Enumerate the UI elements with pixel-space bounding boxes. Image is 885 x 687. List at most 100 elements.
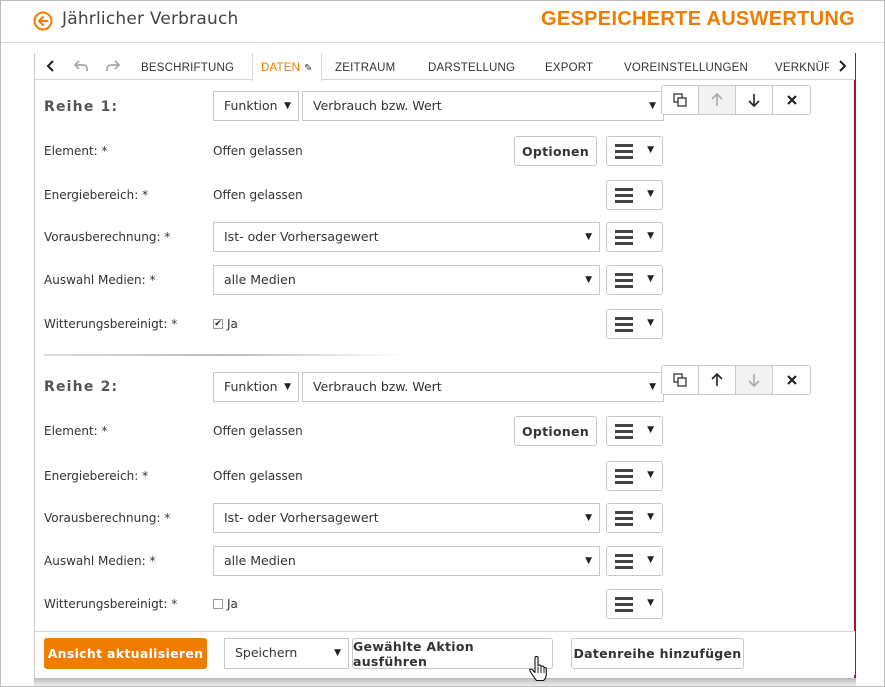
caret-down-icon: ▼ xyxy=(647,145,654,155)
hamburger-icon xyxy=(615,144,633,159)
weather-label: Witterungsbereinigt: * xyxy=(44,597,178,611)
hamburger-icon xyxy=(615,554,633,569)
energy-menu-button[interactable]: ▼ xyxy=(606,180,663,210)
hamburger-icon xyxy=(615,424,633,439)
page-title: Jährlicher Verbrauch xyxy=(62,9,239,29)
back-arrow-icon[interactable] xyxy=(33,11,53,31)
series-title: Reihe 2: xyxy=(44,379,119,395)
tab-darstellung[interactable]: DARSTELLUNG xyxy=(428,53,515,80)
hamburger-icon xyxy=(615,188,633,203)
hamburger-icon xyxy=(615,511,633,526)
element-label: Element: * xyxy=(44,424,108,438)
value-select-value: Verbrauch bzw. Wert xyxy=(313,98,442,113)
element-value: Offen gelassen xyxy=(213,424,303,438)
forecast-select[interactable]: Ist- oder Vorhersagewert ▼ xyxy=(213,222,600,252)
panel-shadow xyxy=(34,678,856,686)
forecast-label: Vorausberechnung: * xyxy=(44,230,171,244)
series-controls xyxy=(661,85,811,115)
weather-checkbox-label: Ja xyxy=(227,317,238,331)
refresh-view-button[interactable]: Ansicht aktualisieren xyxy=(44,638,207,669)
options-button[interactable]: Optionen xyxy=(514,416,597,446)
caret-down-icon: ▼ xyxy=(647,598,654,608)
element-menu-button[interactable]: ▼ xyxy=(606,136,663,166)
caret-down-icon: ▼ xyxy=(334,648,341,658)
series-divider xyxy=(44,354,404,356)
element-menu-button[interactable]: ▼ xyxy=(606,416,663,446)
tab-beschriftung[interactable]: BESCHRIFTUNG xyxy=(141,53,234,80)
scroll-left-icon[interactable] xyxy=(43,58,59,74)
weather-label: Witterungsbereinigt: * xyxy=(44,317,178,331)
caret-down-icon: ▼ xyxy=(647,189,654,199)
caret-down-icon: ▼ xyxy=(585,232,592,242)
function-select[interactable]: Funktion ▼ xyxy=(213,91,299,121)
hamburger-icon xyxy=(615,230,633,245)
tab-voreinstellungen[interactable]: VOREINSTELLUNGEN xyxy=(624,53,748,80)
add-series-button[interactable]: Datenreihe hinzufügen xyxy=(571,638,744,669)
energy-value: Offen gelassen xyxy=(213,188,303,202)
caret-down-icon: ▼ xyxy=(647,470,654,480)
weather-checkbox[interactable] xyxy=(213,599,223,609)
media-label: Auswahl Medien: * xyxy=(44,554,156,568)
value-select[interactable]: Verbrauch bzw. Wert ▼ xyxy=(302,372,664,402)
hamburger-icon xyxy=(615,317,633,332)
element-label: Element: * xyxy=(44,144,108,158)
close-icon xyxy=(786,375,797,385)
media-select-value: alle Medien xyxy=(224,553,296,568)
execute-action-button[interactable]: Gewählte Aktion ausführen xyxy=(352,638,553,669)
function-select-value: Funktion xyxy=(224,98,278,113)
weather-checkbox[interactable]: ✔ xyxy=(213,319,223,329)
caret-down-icon: ▼ xyxy=(649,101,656,111)
media-select[interactable]: alle Medien ▼ xyxy=(213,546,600,576)
action-select[interactable]: Speichern ▼ xyxy=(224,638,349,669)
energy-label: Energiebereich: * xyxy=(44,469,149,483)
delete-series-button[interactable] xyxy=(773,86,810,114)
caret-down-icon: ▼ xyxy=(649,382,656,392)
arrow-down-icon xyxy=(748,374,760,387)
forecast-select-value: Ist- oder Vorhersagewert xyxy=(224,510,379,525)
delete-series-button[interactable] xyxy=(773,366,810,394)
arrow-down-icon xyxy=(748,94,760,107)
caret-down-icon: ▼ xyxy=(284,101,291,111)
forecast-menu-button[interactable]: ▼ xyxy=(606,503,663,533)
copy-series-button[interactable] xyxy=(662,86,699,114)
tab-verknuepfungen[interactable]: VERKNÜP xyxy=(775,53,829,80)
tab-bar: BESCHRIFTUNG DATEN ✎ ZEITRAUM DARSTELLUNG… xyxy=(35,53,855,81)
media-menu-button[interactable]: ▼ xyxy=(606,546,663,576)
move-up-button[interactable] xyxy=(699,366,736,394)
copy-series-button[interactable] xyxy=(662,366,699,394)
caret-down-icon: ▼ xyxy=(284,382,291,392)
caret-down-icon: ▼ xyxy=(647,318,654,328)
undo-icon[interactable] xyxy=(73,58,89,74)
weather-checkbox-label: Ja xyxy=(227,597,238,611)
element-value: Offen gelassen xyxy=(213,144,303,158)
value-select[interactable]: Verbrauch bzw. Wert ▼ xyxy=(302,91,664,121)
tab-zeitraum[interactable]: ZEITRAUM xyxy=(335,53,395,80)
energy-menu-button[interactable]: ▼ xyxy=(606,461,663,491)
energy-label: Energiebereich: * xyxy=(44,188,149,202)
function-select[interactable]: Funktion ▼ xyxy=(213,372,299,402)
value-select-value: Verbrauch bzw. Wert xyxy=(313,379,442,394)
move-up-button[interactable] xyxy=(699,86,736,114)
caret-down-icon: ▼ xyxy=(585,556,592,566)
options-button[interactable]: Optionen xyxy=(514,136,597,166)
arrow-up-icon xyxy=(711,373,723,386)
weather-menu-button[interactable]: ▼ xyxy=(606,589,663,619)
forecast-menu-button[interactable]: ▼ xyxy=(606,222,663,252)
media-select[interactable]: alle Medien ▼ xyxy=(213,265,600,295)
redo-icon[interactable] xyxy=(105,58,121,74)
caret-down-icon: ▼ xyxy=(647,231,654,241)
forecast-select[interactable]: Ist- oder Vorhersagewert ▼ xyxy=(213,503,600,533)
move-down-button[interactable] xyxy=(736,86,773,114)
caret-down-icon: ▼ xyxy=(647,555,654,565)
weather-menu-button[interactable]: ▼ xyxy=(606,309,663,339)
caret-down-icon: ▼ xyxy=(647,425,654,435)
tab-daten[interactable]: DATEN ✎ xyxy=(252,53,322,81)
action-footer: Ansicht aktualisieren Speichern ▼ Gewählt… xyxy=(35,631,855,675)
media-select-value: alle Medien xyxy=(224,272,296,287)
move-down-button[interactable] xyxy=(736,366,773,394)
scroll-right-icon[interactable] xyxy=(834,58,850,74)
media-menu-button[interactable]: ▼ xyxy=(606,265,663,295)
series-title: Reihe 1: xyxy=(44,99,119,115)
page-header: Jährlicher Verbrauch GESPEICHERTE AUSWER… xyxy=(1,1,884,43)
tab-export[interactable]: EXPORT xyxy=(545,53,593,80)
